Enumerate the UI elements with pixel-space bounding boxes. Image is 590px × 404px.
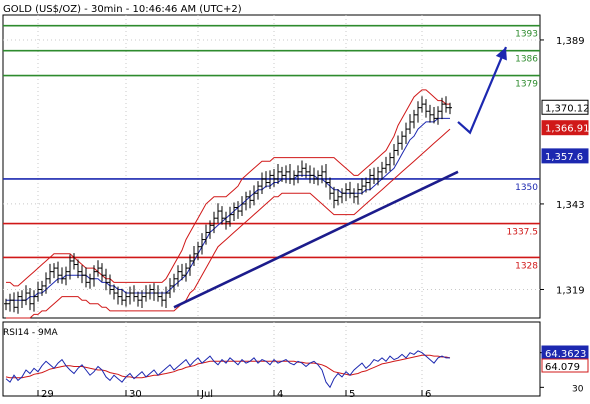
level-lines [3, 24, 540, 259]
level-label-1337.5: 1337.5 [507, 228, 539, 238]
chart-canvas[interactable]: 13931386137913501337.51328 1,3891,3431,3… [0, 0, 590, 400]
level-labels: 1393 1386 1379 1350 1337.5 1328 [507, 30, 539, 272]
price-tag-moving_average: 1,357.6 [545, 152, 583, 163]
date-axis-label: 30 [129, 389, 142, 400]
chart-window: 1393 1386 1379 1350 1337.5 1328 1,389 1,343 1,3… [0, 0, 590, 400]
rising-trendline [173, 170, 459, 309]
date-axis-label: Jul [200, 389, 213, 400]
level-label-1328: 1328 [515, 261, 538, 271]
date-axis-label: 29 [41, 389, 54, 400]
price-tag-bollinger: 1,366.91 [545, 124, 590, 135]
date-axis: 29 30 Jul 4 5 6 [37, 389, 431, 400]
rsi-axis-label: 30 [572, 384, 584, 394]
level-label-1350: 1350 [515, 183, 538, 193]
price-axis-label: 1,389 [556, 36, 585, 47]
price-tags: 1,370.12 1,366.91 1,357.6 64.3623 64.079 [541, 99, 590, 373]
date-axis-label: 4 [277, 389, 283, 400]
main-panel-frame [2, 14, 541, 319]
level-label-1386: 1386 [515, 55, 538, 65]
rsi-tag-rsi_ma: 64.079 [545, 362, 580, 373]
rsi-tag-rsi: 64.3623 [545, 349, 586, 360]
price-axis-label: 1,319 [556, 285, 585, 296]
rsi-panel-frame [2, 321, 541, 397]
price-axis: 1,389 1,343 1,319 [540, 36, 585, 296]
projection-arrow-line [457, 46, 508, 135]
rsi-line [5, 350, 450, 389]
trendline [173, 46, 508, 309]
rsi-panel: 7030 [5, 350, 584, 394]
moving-average [6, 117, 450, 301]
level-label-1379: 1379 [515, 80, 538, 90]
chart-title: GOLD (US$/OZ) - 30min - 10:46:46 AM (UTC… [3, 4, 242, 15]
price-axis-label: 1,343 [556, 200, 585, 211]
date-axis-label: 5 [349, 389, 355, 400]
price-tag-last_price: 1,370.12 [545, 103, 590, 114]
rsi-title: RSI14 - 9MA [3, 328, 59, 338]
grid-lines [2, 14, 541, 397]
level-label-1393: 1393 [515, 30, 538, 40]
moving-average-line [6, 117, 450, 301]
date-axis-label: 6 [425, 389, 431, 400]
